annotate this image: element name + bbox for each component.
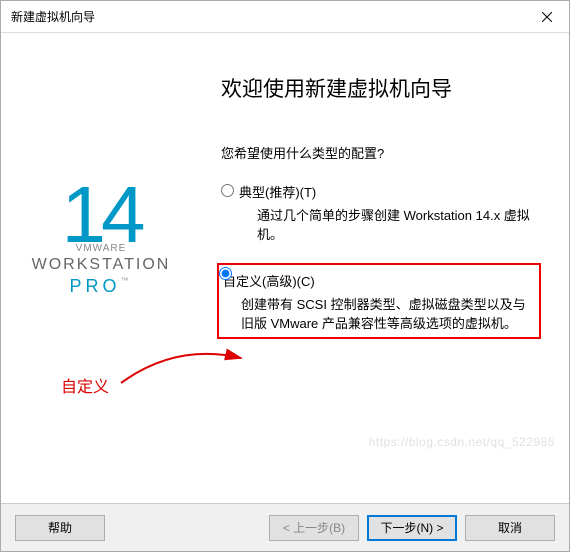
options-panel: 欢迎使用新建虚拟机向导 您希望使用什么类型的配置? 典型(推荐)(T) 通过几个… — [201, 33, 569, 503]
option-custom-label[interactable]: 自定义(高级)(C) — [223, 271, 535, 290]
prompt-text: 您希望使用什么类型的配置? — [221, 143, 541, 162]
cancel-button[interactable]: 取消 — [465, 515, 555, 541]
logo-panel: 14 VMWARE WORKSTATION PRO™ 自定义 — [1, 33, 201, 503]
help-button[interactable]: 帮助 — [15, 515, 105, 541]
vmware-logo: 14 VMWARE WORKSTATION PRO™ — [32, 179, 171, 297]
titlebar: 新建虚拟机向导 — [1, 1, 569, 33]
logo-version-number: 14 — [32, 179, 171, 251]
logo-pro-text: PRO™ — [32, 276, 171, 297]
page-heading: 欢迎使用新建虚拟机向导 — [221, 73, 541, 103]
option-typical-desc: 通过几个简单的步骤创建 Workstation 14.x 虚拟机。 — [239, 207, 541, 245]
window-title: 新建虚拟机向导 — [11, 8, 95, 25]
button-bar: 帮助 < 上一步(B) 下一步(N) > 取消 — [1, 503, 569, 551]
back-button: < 上一步(B) — [269, 515, 359, 541]
option-custom: 自定义(高级)(C) 创建带有 SCSI 控制器类型、虚拟磁盘类型以及与旧版 V… — [217, 263, 541, 340]
close-icon — [542, 12, 552, 22]
radio-custom[interactable] — [219, 267, 232, 280]
logo-vmware-text: VMWARE — [32, 243, 171, 254]
wizard-dialog: 新建虚拟机向导 14 VMWARE WORKSTATION PRO™ 自定义 — [0, 0, 570, 552]
close-button[interactable] — [524, 1, 569, 33]
radio-typical[interactable] — [221, 184, 234, 197]
option-typical: 典型(推荐)(T) 通过几个简单的步骤创建 Workstation 14.x 虚… — [221, 182, 541, 245]
annotation-text: 自定义 — [61, 373, 109, 397]
content-area: 14 VMWARE WORKSTATION PRO™ 自定义 欢迎使用新建虚拟机… — [1, 33, 569, 503]
option-typical-label[interactable]: 典型(推荐)(T) — [239, 182, 541, 201]
logo-workstation-text: WORKSTATION — [32, 256, 171, 274]
next-button[interactable]: 下一步(N) > — [367, 515, 457, 541]
option-custom-desc: 创建带有 SCSI 控制器类型、虚拟磁盘类型以及与旧版 VMware 产品兼容性… — [223, 296, 535, 334]
